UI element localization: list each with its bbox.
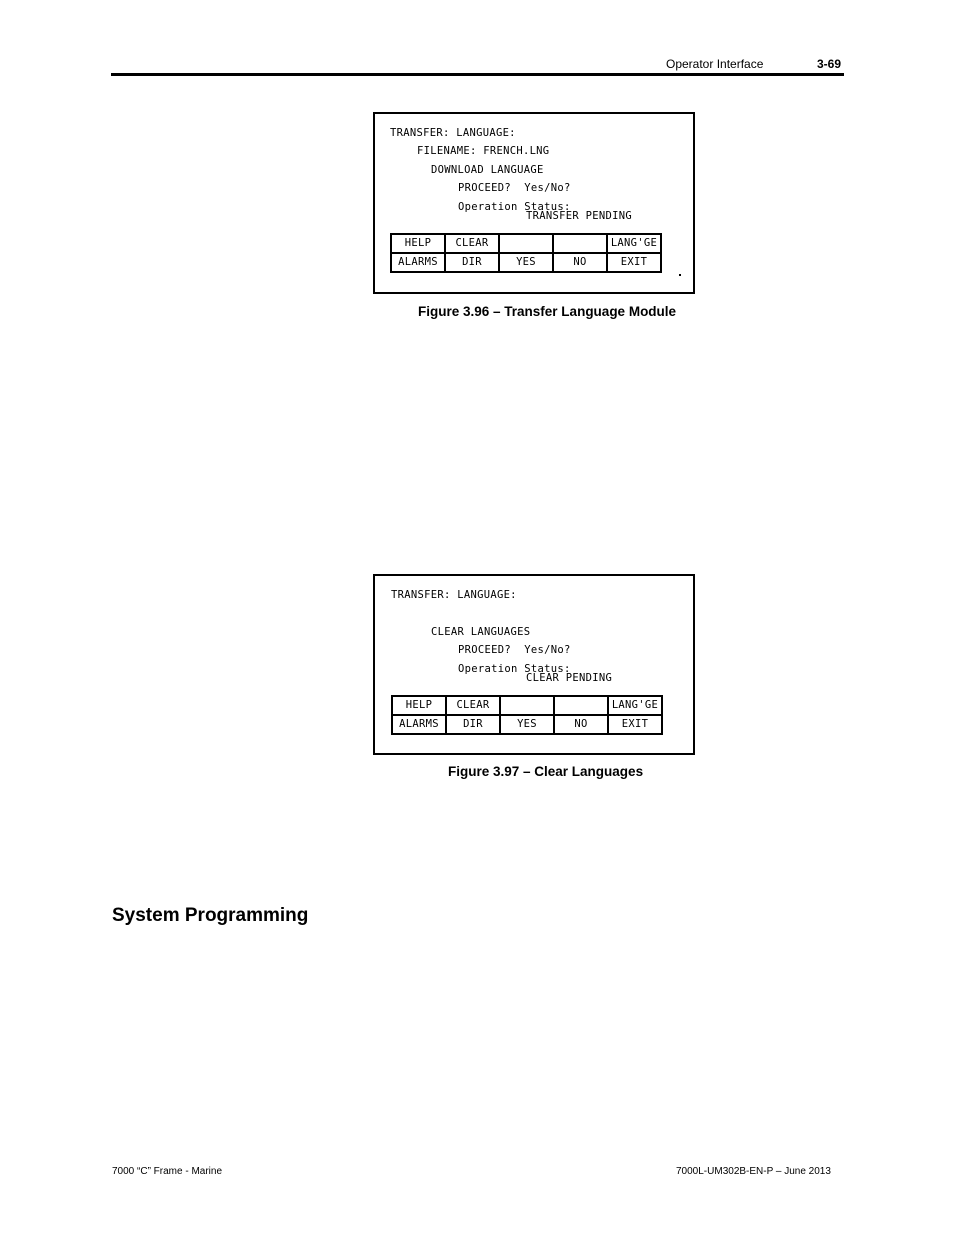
transfer-language-screen: TRANSFER: LANGUAGE: FILENAME: FRENCH.LNG… <box>373 112 695 294</box>
proceed-prompt-line: PROCEED? Yes/No? <box>458 644 571 656</box>
key-exit[interactable]: EXIT <box>606 252 662 273</box>
key-blank-2[interactable] <box>553 695 609 716</box>
header-title: Operator Interface <box>666 57 764 71</box>
key-blank-1[interactable] <box>498 233 554 254</box>
key-yes[interactable]: YES <box>498 252 554 273</box>
footer-document-id: 7000L-UM302B-EN-P – June 2013 <box>676 1166 831 1177</box>
function-key-row-top: HELP CLEAR LANG'GE <box>390 233 662 254</box>
key-alarms[interactable]: ALARMS <box>390 252 446 273</box>
download-language-line: DOWNLOAD LANGUAGE <box>431 164 544 176</box>
operation-status-value: TRANSFER PENDING <box>526 210 632 222</box>
key-language[interactable]: LANG'GE <box>607 695 663 716</box>
key-blank-1[interactable] <box>499 695 555 716</box>
footer-product: 7000 “C” Frame - Marine <box>112 1166 223 1177</box>
key-blank-2[interactable] <box>552 233 608 254</box>
key-clear[interactable]: CLEAR <box>444 233 500 254</box>
function-key-row-top: HELP CLEAR LANG'GE <box>391 695 663 716</box>
key-clear[interactable]: CLEAR <box>445 695 501 716</box>
proceed-prompt-line: PROCEED? Yes/No? <box>458 182 571 194</box>
key-exit[interactable]: EXIT <box>607 714 663 735</box>
clear-languages-screen: TRANSFER: LANGUAGE: CLEAR LANGUAGES PROC… <box>373 574 695 755</box>
figure-caption: Figure 3.96 – Transfer Language Module <box>418 304 677 319</box>
figure-caption: Figure 3.97 – Clear Languages <box>448 764 644 779</box>
key-language[interactable]: LANG'GE <box>606 233 662 254</box>
key-dir[interactable]: DIR <box>444 252 500 273</box>
function-key-row-bottom: ALARMS DIR YES NO EXIT <box>390 252 662 273</box>
section-heading: System Programming <box>112 905 309 926</box>
key-dir[interactable]: DIR <box>445 714 501 735</box>
key-alarms[interactable]: ALARMS <box>391 714 447 735</box>
filename-line: FILENAME: FRENCH.LNG <box>417 145 550 157</box>
function-key-grid: HELP CLEAR LANG'GE ALARMS DIR YES NO EXI… <box>391 695 663 735</box>
key-no[interactable]: NO <box>553 714 609 735</box>
stray-dot <box>679 274 681 276</box>
key-help[interactable]: HELP <box>390 233 446 254</box>
page-number: 3-69 <box>817 57 842 71</box>
function-key-row-bottom: ALARMS DIR YES NO EXIT <box>391 714 663 735</box>
header-rule <box>111 73 844 76</box>
function-key-grid: HELP CLEAR LANG'GE ALARMS DIR YES NO EXI… <box>390 233 662 273</box>
key-no[interactable]: NO <box>552 252 608 273</box>
clear-languages-line: CLEAR LANGUAGES <box>431 626 531 638</box>
key-help[interactable]: HELP <box>391 695 447 716</box>
key-yes[interactable]: YES <box>499 714 555 735</box>
screen-title-line: TRANSFER: LANGUAGE: <box>391 589 517 601</box>
screen-title-line: TRANSFER: LANGUAGE: <box>390 127 516 139</box>
operation-status-value: CLEAR PENDING <box>526 672 613 684</box>
